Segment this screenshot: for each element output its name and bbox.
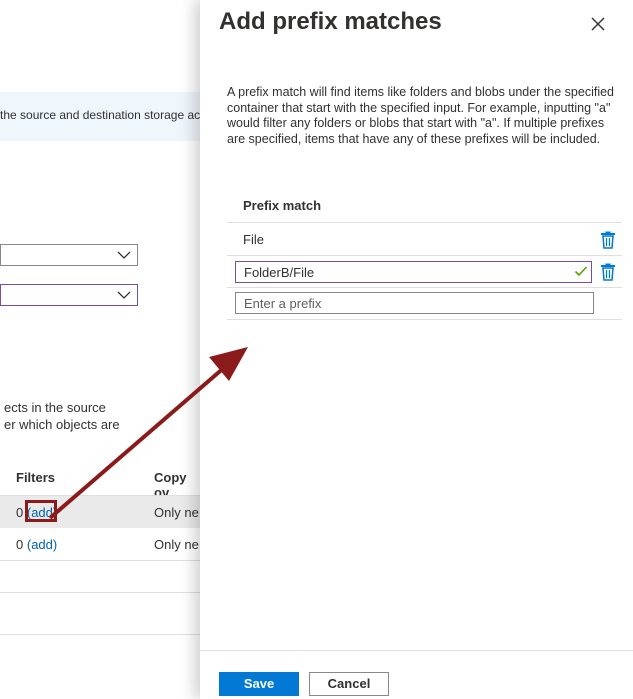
divider bbox=[0, 634, 200, 635]
divider bbox=[227, 222, 622, 223]
destination-dropdown[interactable] bbox=[0, 284, 138, 306]
prefix-item: File bbox=[243, 232, 264, 247]
copy-cell: Only ne bbox=[154, 537, 199, 552]
checkmark-icon bbox=[574, 266, 588, 277]
info-banner-text: the source and destination storage acc bbox=[0, 108, 207, 122]
delete-icon[interactable] bbox=[600, 263, 616, 281]
add-filter-link[interactable]: (add) bbox=[27, 537, 57, 552]
cancel-button[interactable]: Cancel bbox=[309, 672, 389, 696]
new-prefix-input[interactable]: Enter a prefix bbox=[235, 292, 594, 314]
chevron-down-icon bbox=[117, 251, 131, 259]
prefix-input[interactable]: FolderB/File bbox=[235, 261, 592, 283]
rules-description: ects in the source er which objects are bbox=[0, 399, 200, 433]
divider bbox=[227, 319, 622, 320]
description-line: er which objects are bbox=[4, 417, 120, 432]
panel-description: A prefix match will find items like fold… bbox=[227, 85, 614, 146]
prefix-match-column-header: Prefix match bbox=[243, 198, 322, 213]
panel-title: Add prefix matches bbox=[219, 8, 442, 35]
close-icon[interactable] bbox=[588, 14, 608, 34]
copy-cell: Only ne bbox=[154, 505, 199, 520]
filter-count: 0 (add) bbox=[16, 537, 58, 552]
delete-icon[interactable] bbox=[600, 231, 616, 249]
annotation-highlight-box bbox=[25, 500, 57, 522]
filters-column-header: Filters bbox=[16, 470, 56, 485]
add-prefix-panel: Add prefix matches A prefix match will f… bbox=[200, 0, 633, 699]
description-line: ects in the source bbox=[4, 400, 106, 415]
divider bbox=[227, 287, 622, 288]
divider bbox=[227, 255, 622, 256]
source-dropdown[interactable] bbox=[0, 244, 138, 266]
background-page: the source and destination storage acc e… bbox=[0, 0, 206, 699]
chevron-down-icon bbox=[117, 291, 131, 299]
divider bbox=[0, 560, 200, 561]
save-button[interactable]: Save bbox=[219, 672, 299, 696]
footer-divider bbox=[200, 650, 633, 651]
divider bbox=[0, 592, 200, 593]
table-row: 0 (add) Only ne bbox=[0, 528, 200, 560]
